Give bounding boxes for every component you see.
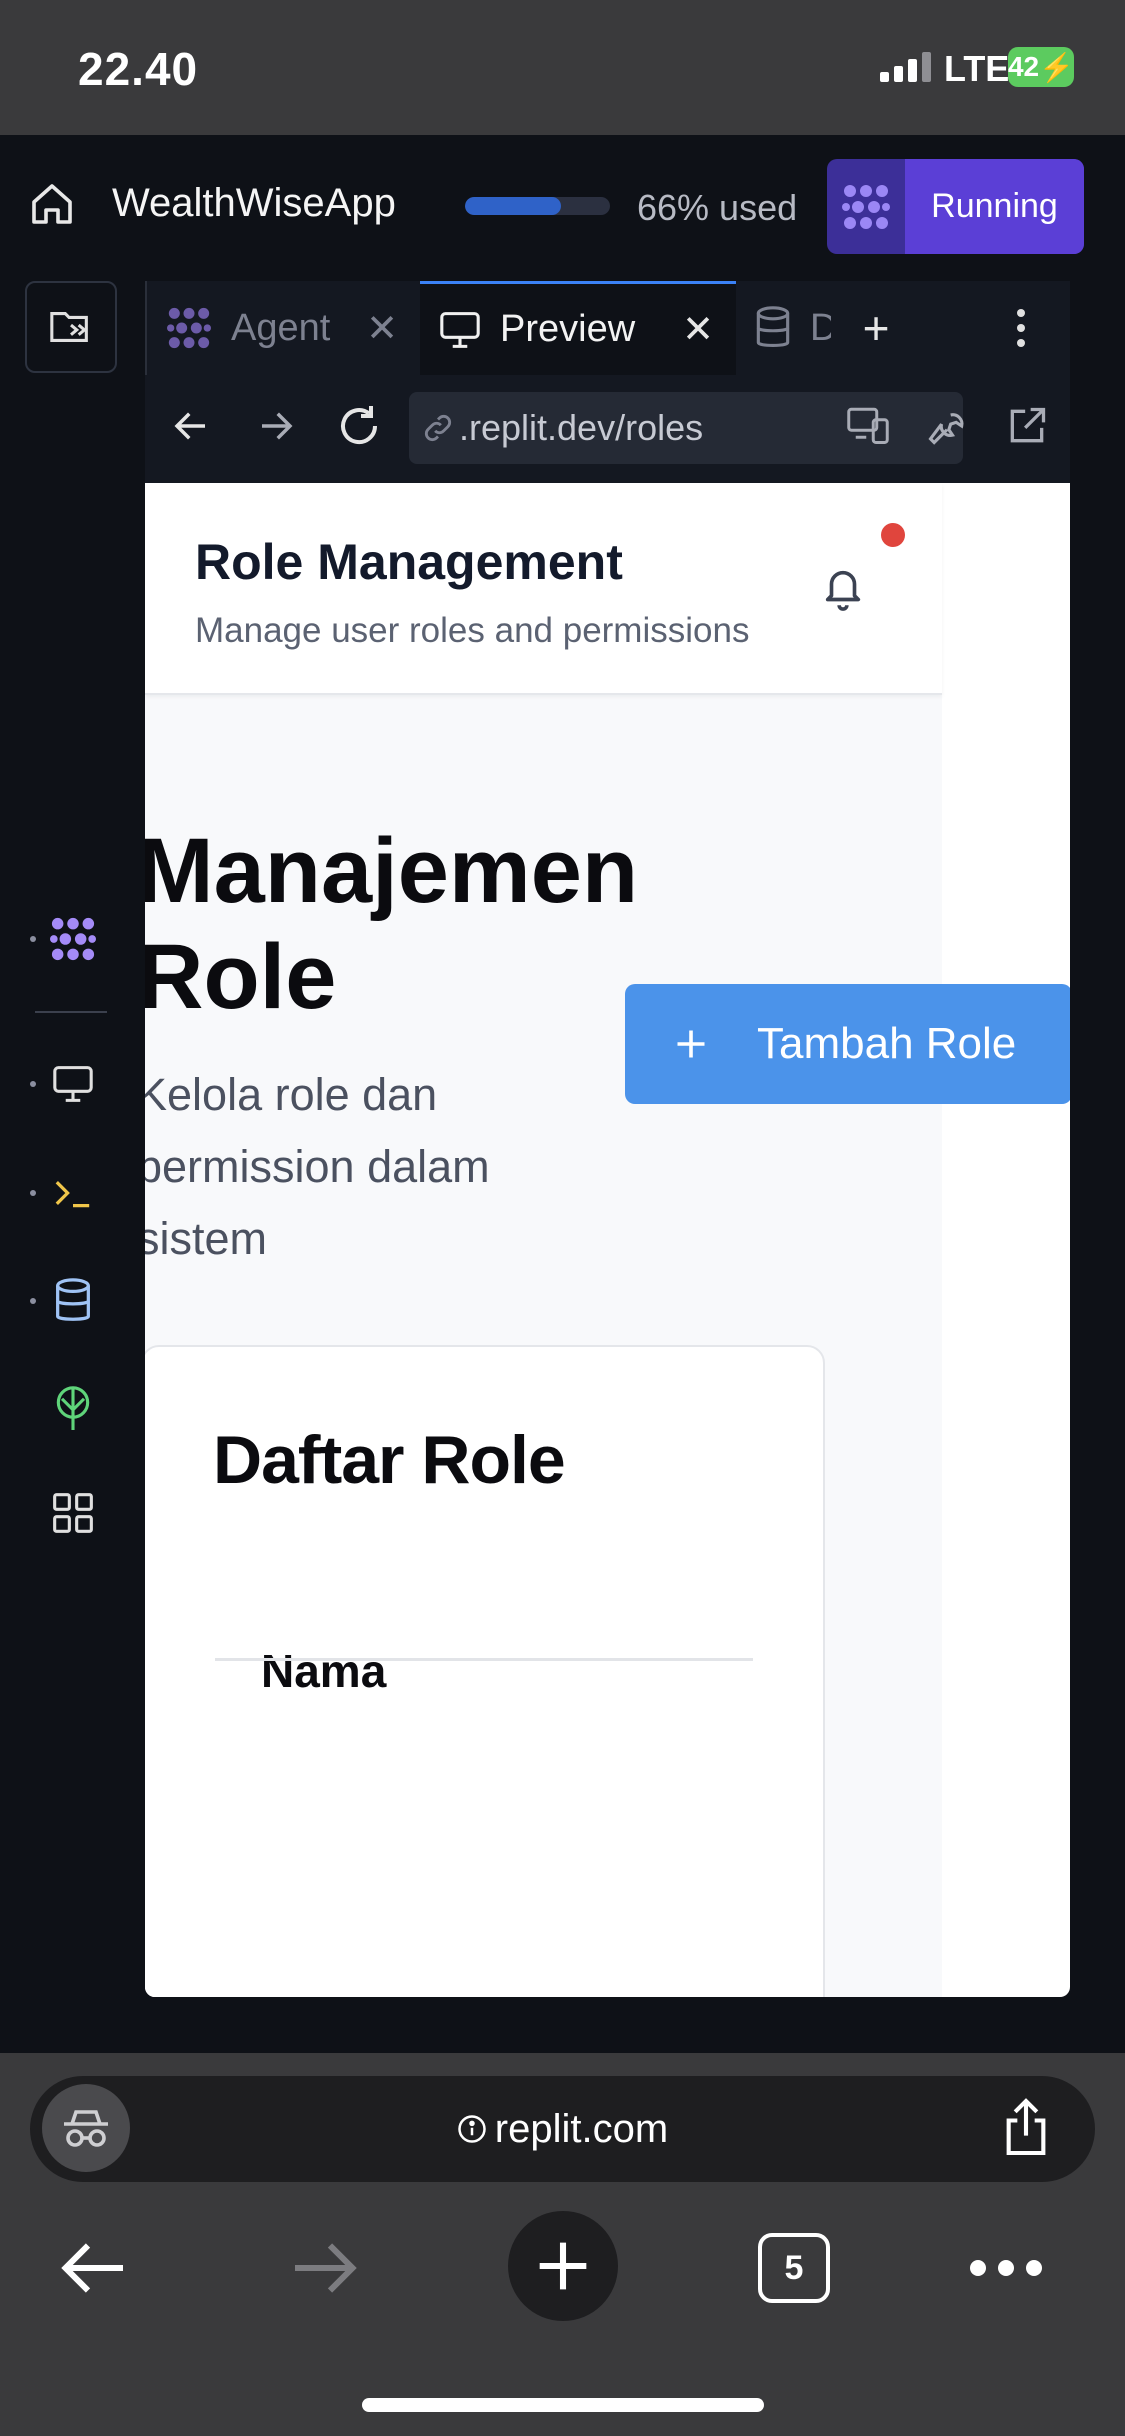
browser-back-icon[interactable]: [58, 2238, 128, 2298]
address-content: replit.com: [30, 2076, 1095, 2182]
grid-icon[interactable]: [28, 1478, 118, 1548]
tab-database[interactable]: D: [736, 281, 836, 375]
app-header: WealthWiseApp 66% used Running: [0, 135, 1125, 280]
battery-icon: 42 ⚡: [1008, 47, 1074, 87]
plus-icon: [677, 1030, 705, 1058]
workspace-tabs: Agent ✕ Preview ✕ D +: [145, 281, 1070, 375]
new-tab-icon[interactable]: [508, 2211, 618, 2321]
wrench-icon[interactable]: [925, 404, 969, 448]
table-header-divider: [215, 1658, 753, 1661]
web-main: Role Management Manage user roles and pe…: [145, 483, 942, 1997]
network-type: LTE: [944, 48, 1010, 89]
app-name[interactable]: WealthWiseApp: [112, 181, 396, 226]
tab-label: Agent: [231, 306, 331, 349]
app-preview: Role Management Manage user roles and pe…: [145, 483, 1070, 1997]
page-title: Role Management: [195, 534, 623, 590]
add-role-label: Tambah Role: [757, 1019, 1017, 1068]
tab-preview[interactable]: Preview ✕: [420, 281, 736, 375]
section-description: Kelola role dan permission dalam sistem: [145, 1069, 490, 1264]
agent-tool-icon[interactable]: [28, 904, 118, 974]
tab-label: Preview: [500, 308, 636, 350]
battery-level: 42: [1007, 51, 1040, 82]
status-time: 22.40: [78, 43, 199, 95]
preview-toolbar: .replit.dev/roles: [145, 375, 1070, 483]
share-icon[interactable]: [1000, 2096, 1052, 2158]
back-arrow-icon[interactable]: [170, 405, 212, 447]
replit-agent-icon: [827, 159, 905, 254]
bell-icon[interactable]: [820, 563, 866, 613]
database-icon[interactable]: [28, 1266, 118, 1336]
table-header-name: Nama: [261, 1645, 387, 1697]
browser-toolbar: replit.com 5: [0, 2053, 1125, 2436]
url-text: .replit.dev/roles: [459, 407, 704, 448]
tabs-actions: +: [831, 281, 1070, 375]
usage-progress-fill: [465, 197, 561, 215]
more-horizontal-icon[interactable]: [968, 2258, 1044, 2278]
forward-arrow-icon[interactable]: [255, 405, 297, 447]
web-header: Role Management Manage user roles and pe…: [145, 483, 942, 695]
info-icon: [457, 2114, 487, 2144]
incognito-icon[interactable]: [42, 2084, 130, 2172]
running-button[interactable]: Running: [905, 159, 1084, 254]
browser-forward-icon[interactable]: [290, 2238, 360, 2298]
add-role-button[interactable]: Tambah Role: [625, 984, 1070, 1104]
open-external-icon[interactable]: [1005, 404, 1049, 448]
signal-icon: [880, 52, 934, 82]
close-icon[interactable]: ✕: [682, 307, 714, 352]
close-icon[interactable]: ✕: [366, 306, 398, 351]
file-tree-toggle-icon[interactable]: [25, 281, 117, 373]
deploy-icon[interactable]: [28, 1373, 118, 1443]
card-title: Daftar Role: [213, 1422, 566, 1498]
domain-text: replit.com: [494, 2106, 669, 2151]
home-indicator: [362, 2398, 764, 2412]
devices-icon[interactable]: [845, 404, 891, 446]
monitor-icon: [438, 310, 482, 350]
tab-agent[interactable]: Agent ✕: [145, 281, 420, 375]
usage-progress-bar[interactable]: [465, 197, 610, 215]
page-subtitle: Manage user roles and permissions: [195, 611, 750, 650]
reload-icon[interactable]: [335, 402, 383, 450]
tab-count-button[interactable]: 5: [758, 2233, 830, 2303]
section-heading: Manajemen Role: [145, 820, 639, 1028]
run-control[interactable]: Running: [827, 159, 1084, 254]
home-icon[interactable]: [28, 180, 76, 228]
notification-badge: [881, 523, 905, 547]
replit-agent-icon: [165, 306, 213, 350]
terminal-icon[interactable]: [28, 1158, 118, 1228]
more-vertical-icon[interactable]: [981, 281, 1061, 375]
monitor-icon[interactable]: [28, 1049, 118, 1119]
sidebar-divider: [35, 1011, 107, 1013]
add-tab-icon[interactable]: +: [831, 281, 921, 375]
link-icon: [421, 411, 455, 445]
role-list-card: Daftar Role Nama: [145, 1345, 825, 1997]
usage-text: 66% used: [637, 187, 798, 228]
database-icon: [754, 306, 792, 350]
status-bar: 22.40 LTE 42 ⚡: [0, 0, 1125, 135]
address-bar[interactable]: replit.com: [30, 2076, 1095, 2182]
